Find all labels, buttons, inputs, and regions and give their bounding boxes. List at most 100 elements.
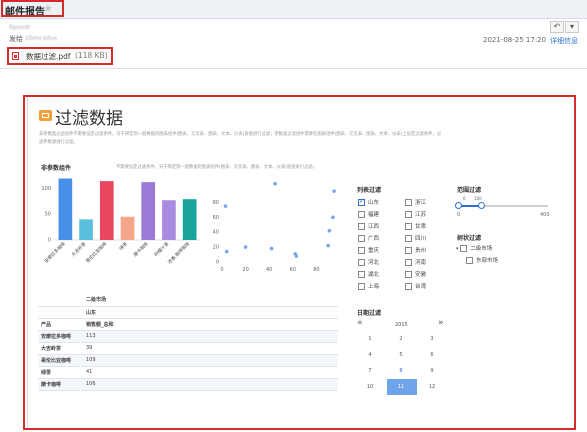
list-filter-item[interactable]: 河南 (405, 259, 426, 267)
list-filter-item[interactable]: 上海 (358, 283, 379, 291)
caret-down-icon[interactable]: ▾ (456, 246, 459, 252)
checkbox[interactable] (405, 235, 412, 242)
checkbox[interactable] (405, 271, 412, 278)
calendar-year: 2015 (395, 322, 408, 328)
tree-child-checkbox[interactable] (466, 257, 473, 264)
calendar-month[interactable]: 12 (417, 384, 447, 390)
calendar-month[interactable]: 4 (355, 352, 385, 358)
checkbox[interactable] (358, 197, 365, 206)
table-row: 大吉岭茶 39 (38, 342, 338, 355)
list-filter-item[interactable]: 湖北 (358, 271, 379, 279)
calendar-next-button[interactable]: » (438, 318, 444, 328)
checkbox[interactable] (358, 283, 365, 290)
scatter-x-tick: 80 (313, 267, 319, 273)
tree-root[interactable]: ▾ 二级市场 (456, 245, 492, 253)
pivot-row-header: 产品 (38, 318, 83, 331)
scatter-point (331, 215, 335, 220)
pivot-product: 摩卡咖啡 (38, 378, 83, 391)
pivot-product: 哥伦比亚咖啡 (38, 354, 83, 367)
pivot-header-province: 山东 (83, 306, 338, 319)
mail-toolbar (0, 0, 587, 19)
list-filter-item[interactable]: 山东 (358, 197, 379, 207)
list-filter-label: 台湾 (415, 284, 427, 290)
list-filter-item[interactable]: 四川 (405, 235, 426, 243)
list-filter-item[interactable]: 安徽 (405, 271, 426, 279)
calendar-month[interactable]: 6 (417, 352, 447, 358)
calendar-month[interactable]: 7 (355, 368, 385, 374)
list-filter-item[interactable]: 江苏 (405, 211, 426, 219)
calendar-month[interactable]: 11 (386, 384, 416, 390)
list-filter-label: 浙江 (415, 200, 427, 206)
more-icon[interactable]: ▾ (565, 21, 579, 33)
bar (99, 181, 114, 240)
checkbox[interactable] (358, 223, 365, 230)
list-filter-item[interactable]: 甘肃 (405, 223, 426, 231)
range-low-handle[interactable] (455, 202, 462, 209)
range-filter-title: 范围过滤 (457, 187, 482, 194)
report-title: 过滤数据 (55, 109, 123, 129)
reply-icon[interactable]: ↶ (550, 21, 564, 33)
mail-datetime: 2021-08-25 17:20 (483, 36, 547, 44)
checkbox[interactable] (405, 259, 412, 266)
checkbox[interactable] (405, 223, 412, 230)
bar-chart: 0 50 100 安摩拉多咖啡 大吉岭茶哥伦比亚咖啡 绿茶 摩卡咖啡 柠檬汁茶浓香.咖啡咖啡 (41, 178, 200, 266)
list-filter-label: 上海 (368, 284, 380, 290)
detail-link[interactable]: 详细信息 (550, 36, 578, 46)
table-row: 绿茶 41 (38, 366, 338, 379)
chart-title: 非参数组件 (41, 165, 72, 172)
calendar-month[interactable]: 8 (386, 368, 416, 374)
calendar-month[interactable]: 9 (417, 368, 447, 374)
checkbox[interactable] (358, 235, 365, 242)
bar-category-label: 哥伦比亚咖啡 (84, 240, 108, 264)
calendar-month[interactable]: 2 (386, 336, 416, 342)
checkbox[interactable] (358, 259, 365, 266)
scatter-point (326, 243, 330, 248)
calendar-month[interactable]: 5 (386, 352, 416, 358)
calendar-prev-button[interactable]: « (357, 318, 363, 328)
report-icon (39, 110, 52, 121)
range-min-label: 0 (457, 212, 461, 218)
scatter-x-tick: 40 (266, 267, 272, 273)
list-filter-label: 江苏 (415, 212, 427, 218)
scatter-y-tick: 60 (213, 215, 219, 221)
calendar-month[interactable]: 1 (355, 336, 385, 342)
checkbox[interactable] (405, 283, 412, 290)
list-filter-item[interactable]: 江西 (358, 223, 379, 231)
list-filter-item[interactable]: 广西 (358, 235, 379, 243)
bar-category-label: 摩卡咖啡 (132, 240, 150, 258)
calendar-month[interactable]: 10 (355, 384, 385, 390)
list-filter-label: 甘肃 (415, 224, 427, 230)
table-row: 摩卡咖啡 106 (38, 378, 338, 391)
range-high-handle[interactable] (478, 202, 485, 209)
checkbox[interactable] (358, 211, 365, 218)
range-max-label: 400 (540, 212, 550, 218)
report-desc-line2: 滤参数源进行过滤。 (39, 140, 78, 145)
checkbox[interactable] (405, 247, 412, 254)
checkbox[interactable] (405, 211, 412, 218)
list-filter-item[interactable]: 福建 (358, 211, 379, 219)
range-slider-track[interactable] (455, 202, 548, 209)
calendar-month[interactable]: 3 (417, 336, 447, 342)
list-filter-item[interactable]: 浙江 (405, 199, 426, 207)
tree-child-label: 东部市场 (476, 258, 499, 264)
checkbox[interactable] (358, 271, 365, 278)
tree-child[interactable]: 东部市场 (466, 257, 498, 265)
attachment-highlight (7, 47, 113, 65)
list-filter-label: 湖北 (368, 272, 380, 278)
list-filter-item[interactable]: 贵州 (405, 247, 426, 255)
list-filter-label: 福建 (368, 212, 380, 218)
list-filter-title: 列表过滤 (357, 187, 382, 194)
checkbox[interactable] (405, 199, 412, 206)
list-filter-item[interactable]: 台湾 (405, 283, 426, 291)
scatter-x-tick: 0 (220, 267, 223, 273)
list-filter-item[interactable]: 河北 (358, 259, 379, 267)
scatter-x-tick: 20 (242, 267, 248, 273)
list-filter-label: 四川 (415, 236, 427, 242)
checkbox[interactable] (358, 247, 365, 254)
table-row: 哥伦比亚咖啡 109 (38, 354, 338, 367)
list-filter-item[interactable]: 重庆 (358, 247, 379, 255)
bar-category-label: 大吉岭茶 (70, 240, 88, 258)
pivot-header-market: 二级市场 (83, 294, 338, 307)
tree-root-checkbox[interactable] (460, 245, 468, 252)
to-value: zlbmcxdvx (25, 35, 58, 42)
